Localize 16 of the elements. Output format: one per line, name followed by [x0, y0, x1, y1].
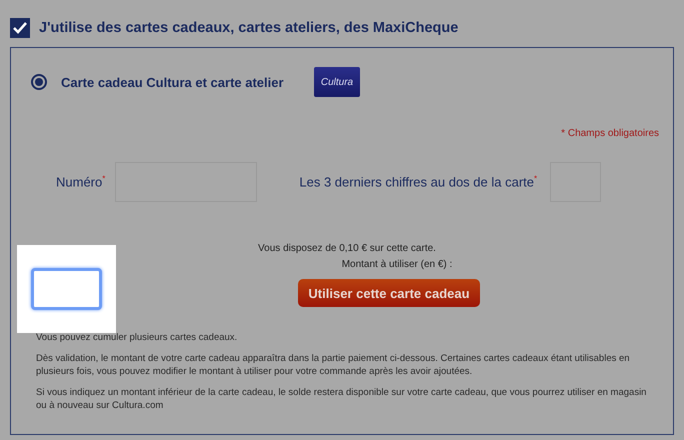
use-card-button[interactable]: Utiliser cette carte cadeau	[298, 279, 480, 307]
amount-field[interactable]	[31, 268, 102, 310]
field-label: Numéro$^{*}$	[56, 174, 106, 190]
field-label: Les 3 derniers chiffres au dos de la carte$^{*}$	[299, 174, 538, 190]
section-heading: J'utilise des cartes cadeaux, cartes ateliers, des MaxiCheque	[39, 20, 458, 36]
option-label: Carte cadeau Cultura et carte atelier	[61, 74, 285, 90]
info-paragraph: Si vous indiquez un montant inférieur de la carte cadeau, le solde restera disponible sur votre carte cadeau, que vous pourrez utiliser en magasin ou à nouveau sur Cultura.com	[36, 386, 648, 412]
amount-label: Montant à utiliser (en €) :	[340, 258, 454, 272]
checkmark-icon	[13, 22, 27, 34]
radio-button[interactable]	[31, 74, 47, 90]
info-paragraph: Dès validation, le montant de votre carte cadeau apparaîtra dans la partie paiement ci-dessous. Certaines cartes cadeaux étant utilisables en plusieurs fois, vous pouvez modifier le montant à utiliser pour votre commande après les avoir ajoutées.	[36, 352, 631, 378]
required-note: * Champs obligatoires	[560, 127, 660, 141]
card-logo: Cultura	[314, 67, 360, 97]
checkbox[interactable]	[10, 18, 30, 38]
info-paragraph: Vous pouvez cumuler plusieurs cartes cadeaux.	[36, 331, 238, 344]
balance-text: Vous disposez de 0,10 € sur cette carte.	[257, 242, 437, 256]
